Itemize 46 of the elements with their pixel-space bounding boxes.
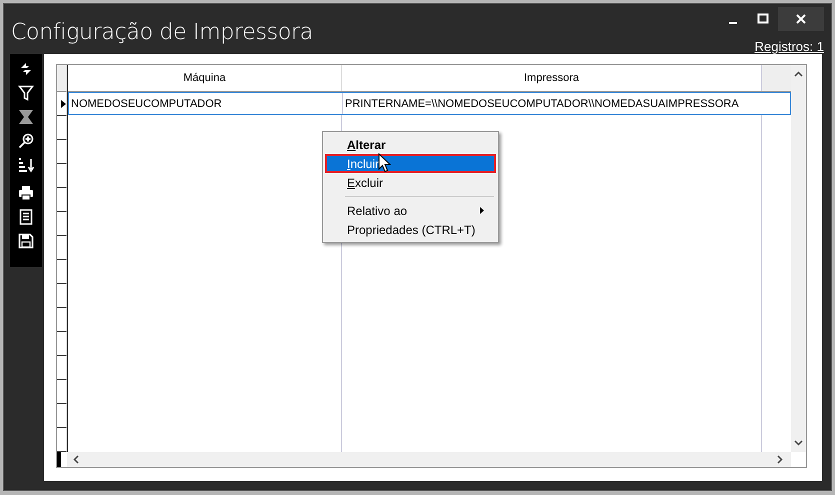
row-header[interactable] [57, 380, 67, 404]
row-pointer-icon [61, 100, 66, 108]
row-header[interactable] [57, 308, 67, 332]
row-header[interactable] [57, 188, 67, 212]
menu-item[interactable]: Relativo ao [325, 201, 496, 220]
printer-icon[interactable] [18, 185, 34, 201]
row-header[interactable] [57, 332, 67, 356]
close-icon [795, 13, 807, 25]
zoom-in-icon[interactable] [18, 133, 34, 149]
scroll-left-icon[interactable] [73, 455, 79, 464]
save-icon[interactable] [18, 233, 34, 249]
row-header[interactable] [57, 92, 67, 116]
vertical-scrollbar[interactable] [791, 65, 806, 452]
grid-corner [57, 65, 67, 92]
minimize-icon [729, 22, 737, 24]
scroll-right-icon[interactable] [777, 455, 783, 464]
row-header[interactable] [57, 164, 67, 188]
list-icon[interactable] [18, 209, 34, 225]
menu-item[interactable]: Propriedades (CTRL+T) [325, 220, 496, 239]
records-link[interactable]: Registros: 1 [754, 39, 824, 54]
table-row[interactable]: NOMEDOSEUCOMPUTADOR PRINTERNAME=\\NOMEDOSEUCOMPUTADOR\\NOMEDASUAIMPRESSORA [68, 92, 791, 115]
close-button[interactable] [778, 7, 824, 31]
submenu-arrow-icon [480, 207, 484, 214]
row-header[interactable] [57, 404, 67, 428]
row-header[interactable] [57, 140, 67, 164]
horizontal-scrollbar[interactable] [67, 452, 791, 467]
mouse-cursor-icon [378, 153, 391, 173]
menu-item[interactable]: Alterar [325, 135, 496, 154]
sort-icon[interactable] [18, 157, 34, 173]
menu-item[interactable]: Incluir [325, 154, 496, 173]
row-header[interactable] [57, 236, 67, 260]
row-header[interactable] [57, 116, 67, 140]
filter-icon[interactable] [18, 85, 34, 101]
menu-item[interactable]: Excluir [325, 173, 496, 192]
scroll-up-icon[interactable] [794, 71, 803, 77]
table-cell: NOMEDOSEUCOMPUTADOR [69, 93, 343, 114]
row-header[interactable] [57, 356, 67, 380]
row-header[interactable] [57, 260, 67, 284]
row-header[interactable] [57, 284, 67, 308]
column-header[interactable]: Máquina [68, 65, 342, 91]
table-cell-text: PRINTERNAME=\\NOMEDOSEUCOMPUTADOR\\NOMEDASUAIMPRESSORA [344, 96, 740, 112]
row-header[interactable] [57, 212, 67, 236]
maximize-icon [757, 13, 769, 25]
window-title: Configuração de Impressora [10, 19, 313, 47]
scroll-down-icon[interactable] [794, 440, 803, 446]
row-header[interactable] [57, 428, 67, 452]
